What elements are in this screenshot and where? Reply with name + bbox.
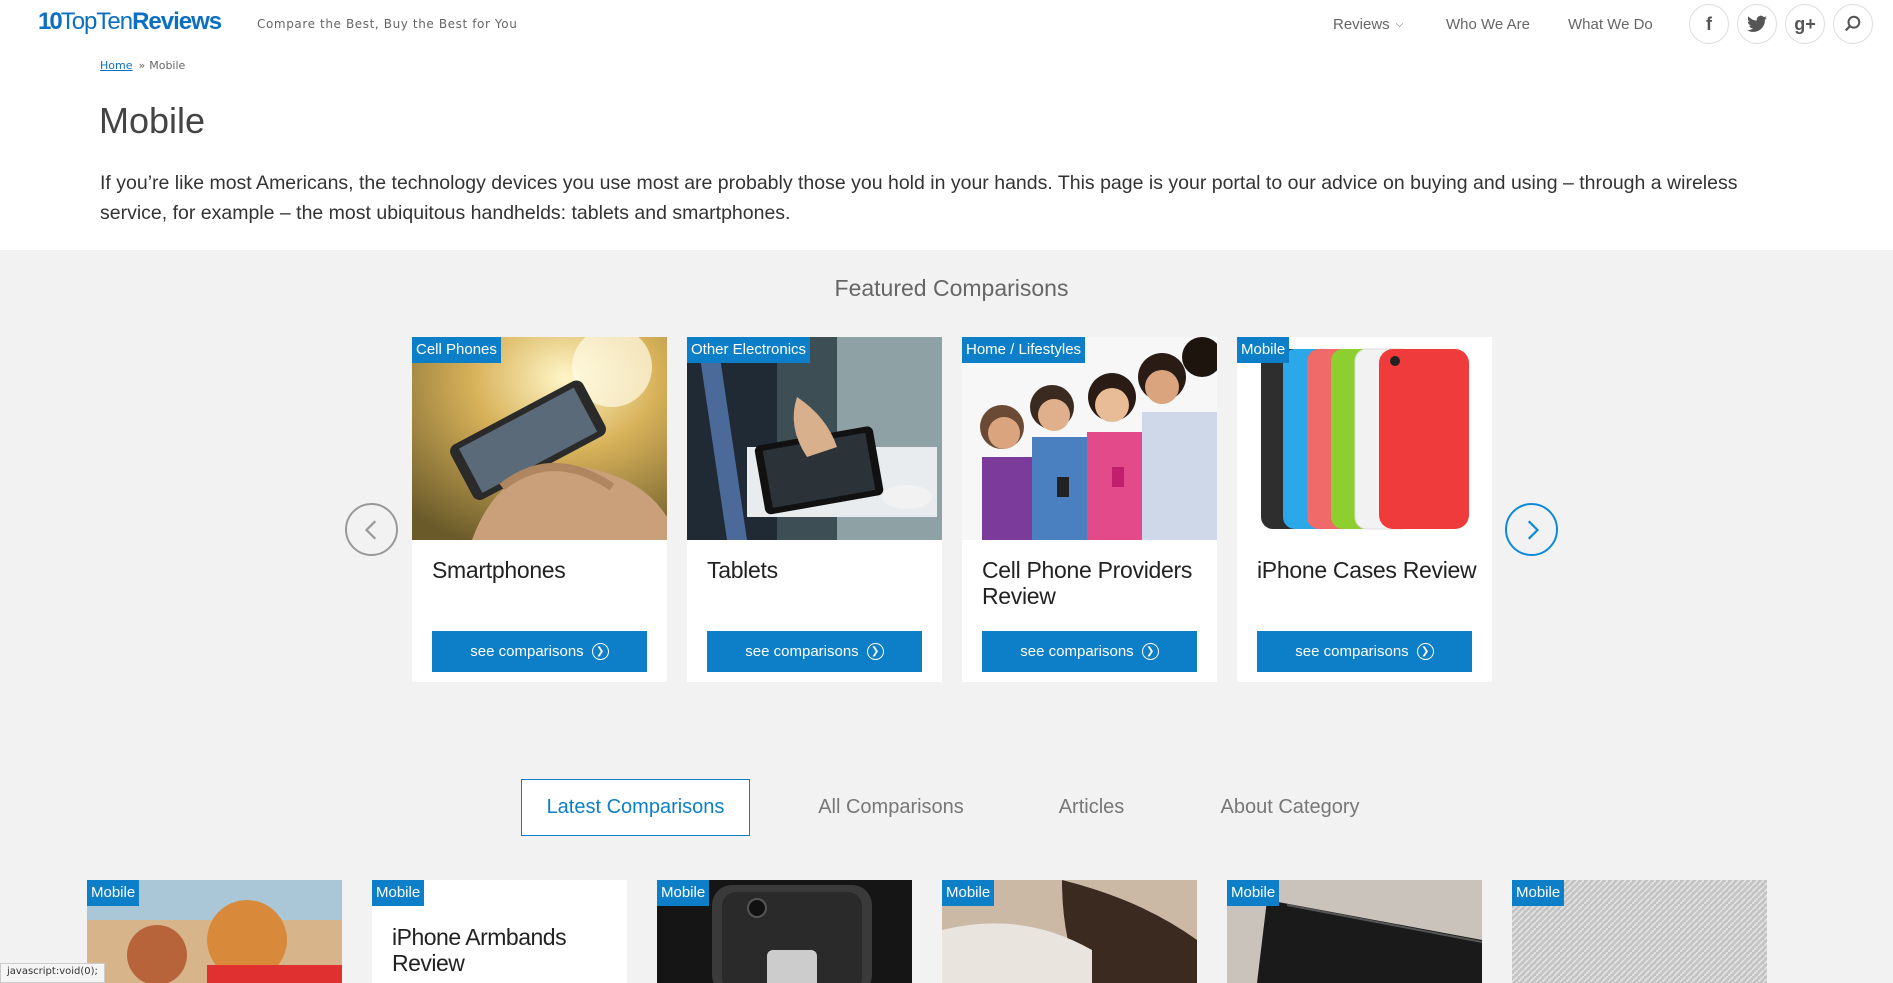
page-title: Mobile — [99, 100, 206, 141]
twitter-bird-icon — [1747, 15, 1767, 32]
card-image[interactable] — [412, 337, 667, 540]
card-title[interactable]: iPhone Armbands Review — [392, 924, 612, 976]
google-plus-icon[interactable]: g+ — [1785, 4, 1825, 44]
featured-title: Featured Comparisons — [834, 275, 1069, 301]
facebook-glyph: f — [1706, 13, 1712, 34]
card-image[interactable] — [1237, 337, 1492, 540]
logo-reviews-text: Reviews — [132, 8, 222, 35]
card-title[interactable]: iPhone Cases Review — [1257, 557, 1477, 583]
featured-card-tablets[interactable]: Other Electronics Tablets see comparison… — [687, 337, 942, 682]
chevron-down-icon: ⌵ — [1395, 19, 1404, 30]
nav-reviews-label: Reviews — [1333, 16, 1390, 33]
card-image[interactable] — [962, 337, 1217, 540]
category-tag[interactable]: Mobile — [1237, 337, 1290, 363]
category-tag[interactable]: Home / Lifestyles — [962, 337, 1086, 363]
status-bar: javascript:void(0); — [0, 963, 105, 983]
latest-card[interactable]: Mobile — [942, 880, 1197, 983]
see-comparisons-button[interactable]: see comparisons ❯ — [432, 631, 647, 672]
chevron-right-icon — [1527, 519, 1539, 540]
facebook-icon[interactable]: f — [1689, 4, 1729, 44]
page-intro: If you’re like most Americans, the techn… — [100, 172, 1738, 224]
magnifier-icon — [1845, 15, 1861, 32]
site-logo[interactable]: 10 TopTen Reviews — [38, 8, 222, 36]
category-tag[interactable]: Other Electronics — [687, 337, 811, 363]
featured-card-smartphones[interactable]: Cell Phones Smartphones see comparisons … — [412, 337, 667, 682]
content-band — [0, 250, 1893, 983]
button-label: see comparisons — [745, 643, 859, 660]
latest-card[interactable]: Mobile — [87, 880, 342, 983]
breadcrumb-separator: » — [138, 59, 146, 72]
breadcrumb-home-link[interactable]: Home — [100, 59, 132, 72]
category-tag[interactable]: Cell Phones — [412, 337, 501, 363]
category-tag[interactable]: Mobile — [372, 880, 425, 906]
people-with-phones-photo — [962, 337, 1217, 540]
button-label: see comparisons — [1295, 643, 1409, 660]
button-label: see comparisons — [1020, 643, 1134, 660]
logo-top-text: TopTen — [60, 8, 133, 35]
logo-number: 10 — [38, 8, 63, 35]
latest-card[interactable]: Mobile — [1227, 880, 1482, 983]
search-icon[interactable] — [1833, 4, 1873, 44]
category-tag[interactable]: Mobile — [87, 880, 140, 906]
see-comparisons-button[interactable]: see comparisons ❯ — [1257, 631, 1472, 672]
tablet-photo — [687, 337, 942, 540]
site-tagline: Compare the Best, Buy the Best for You — [257, 17, 518, 31]
arrow-circle-icon: ❯ — [1141, 643, 1159, 660]
latest-card[interactable]: Mobile — [657, 880, 912, 983]
category-tag[interactable]: Mobile — [657, 880, 710, 906]
iphone-cases-photo — [1237, 337, 1492, 540]
card-title[interactable]: Cell Phone Providers Review — [982, 557, 1202, 609]
category-tag[interactable]: Mobile — [942, 880, 995, 906]
tab-latest-comparisons[interactable]: Latest Comparisons — [521, 779, 750, 836]
nav-what-we-do[interactable]: What We Do — [1568, 16, 1653, 33]
nav-who-we-are[interactable]: Who We Are — [1446, 16, 1530, 33]
latest-card[interactable]: Mobile iPhone Armbands Review — [372, 880, 627, 983]
see-comparisons-button[interactable]: see comparisons ❯ — [982, 631, 1197, 672]
see-comparisons-button[interactable]: see comparisons ❯ — [707, 631, 922, 672]
card-title[interactable]: Smartphones — [432, 557, 652, 583]
button-label: see comparisons — [470, 643, 584, 660]
breadcrumb: Home » Mobile — [100, 59, 185, 72]
category-tag[interactable]: Mobile — [1227, 880, 1280, 906]
tab-articles[interactable]: Articles — [1040, 779, 1143, 836]
site-header: 10 TopTen Reviews Compare the Best, Buy … — [0, 0, 1893, 50]
featured-card-iphone-cases[interactable]: Mobile iPhone Cases Review see compariso… — [1237, 337, 1492, 682]
featured-card-cell-phone-providers[interactable]: Home / Lifestyles Cell Phone Providers R… — [962, 337, 1217, 682]
tab-about-category[interactable]: About Category — [1210, 779, 1370, 836]
card-image[interactable] — [687, 337, 942, 540]
carousel-prev-button[interactable] — [345, 503, 398, 556]
card-title[interactable]: Tablets — [707, 557, 927, 583]
arrow-circle-icon: ❯ — [1416, 643, 1434, 660]
breadcrumb-current: Mobile — [149, 59, 186, 72]
tab-all-comparisons[interactable]: All Comparisons — [800, 779, 982, 836]
arrow-circle-icon: ❯ — [591, 643, 609, 660]
category-tag[interactable]: Mobile — [1512, 880, 1565, 906]
nav-reviews[interactable]: Reviews ⌵ — [1333, 16, 1403, 33]
chevron-left-icon — [364, 519, 376, 540]
latest-card[interactable]: Mobile — [1512, 880, 1767, 983]
smartphone-photo — [412, 337, 667, 540]
carousel-next-button[interactable] — [1505, 503, 1558, 556]
google-plus-glyph: g+ — [1794, 13, 1816, 34]
arrow-circle-icon: ❯ — [866, 643, 884, 660]
twitter-icon[interactable] — [1737, 4, 1777, 44]
